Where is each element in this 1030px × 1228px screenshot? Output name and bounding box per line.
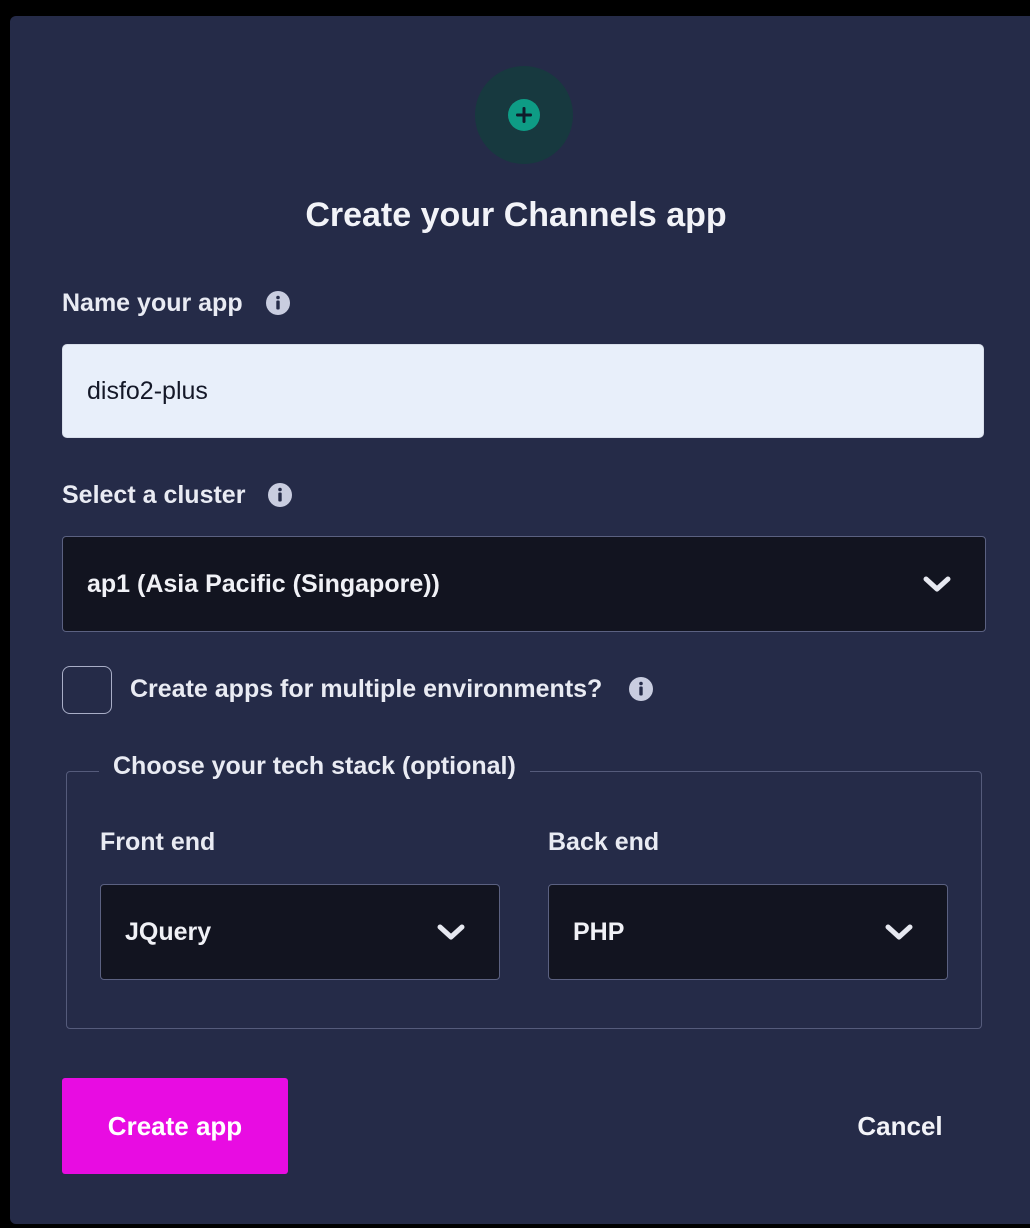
front-end-select[interactable]: JQuery bbox=[100, 884, 500, 980]
multiple-environments-label-row: Create apps for multiple environments? bbox=[130, 674, 656, 704]
info-icon[interactable] bbox=[265, 480, 295, 510]
header-icon-badge bbox=[475, 66, 573, 164]
create-app-button[interactable]: Create app bbox=[62, 1078, 288, 1174]
plus-circle-icon bbox=[508, 99, 540, 131]
dialog-title: Create your Channels app bbox=[305, 196, 727, 234]
cluster-select-value: ap1 (Asia Pacific (Singapore)) bbox=[87, 569, 440, 598]
cancel-button[interactable]: Cancel bbox=[830, 1078, 970, 1174]
chevron-down-icon bbox=[437, 924, 465, 940]
chevron-down-icon bbox=[885, 924, 913, 940]
chevron-down-icon bbox=[923, 576, 951, 592]
multiple-environments-checkbox[interactable] bbox=[62, 666, 112, 714]
create-app-dialog: Create your Channels app Name your app S… bbox=[10, 16, 1030, 1224]
cluster-label: Select a cluster bbox=[62, 480, 246, 509]
front-end-label: Front end bbox=[100, 828, 216, 856]
info-icon[interactable] bbox=[626, 674, 656, 704]
back-end-label: Back end bbox=[548, 828, 660, 856]
tech-stack-legend: Choose your tech stack (optional) bbox=[99, 752, 530, 781]
app-name-label: Name your app bbox=[62, 288, 243, 317]
app-name-label-row: Name your app bbox=[62, 288, 293, 318]
back-end-select[interactable]: PHP bbox=[548, 884, 948, 980]
app-name-input[interactable] bbox=[62, 344, 984, 438]
cluster-select[interactable]: ap1 (Asia Pacific (Singapore)) bbox=[62, 536, 986, 632]
front-end-select-value: JQuery bbox=[125, 917, 212, 946]
cluster-label-row: Select a cluster bbox=[62, 480, 295, 510]
info-icon[interactable] bbox=[263, 288, 293, 318]
multiple-environments-label: Create apps for multiple environments? bbox=[130, 674, 603, 703]
back-end-select-value: PHP bbox=[573, 917, 625, 946]
